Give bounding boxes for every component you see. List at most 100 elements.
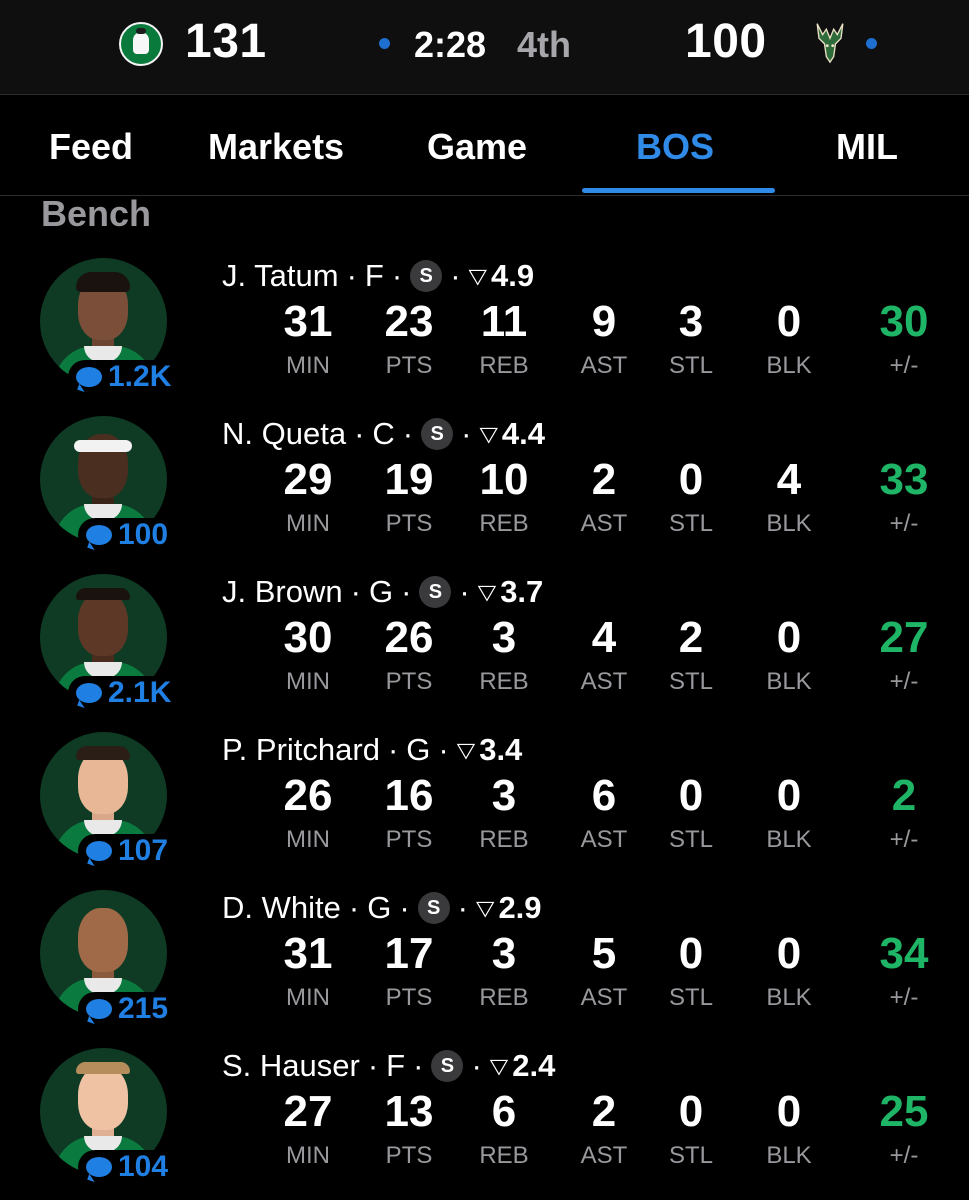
stat-reb: 3 <box>491 771 517 820</box>
stat-label: STL <box>668 984 713 1011</box>
triangle-down-icon: ▽ <box>477 580 497 604</box>
speech-bubble-icon <box>86 1157 112 1177</box>
player-row[interactable]: 1.2K J. Tatum · F · S · ▽ 4.9 31 MIN 23 PTS 1… <box>0 258 969 408</box>
comment-badge[interactable]: 104 <box>78 1150 173 1184</box>
player-info-line: J. Brown · G · S · ▽ 3.7 <box>222 574 544 610</box>
stat-label: +/- <box>889 1142 919 1169</box>
stat-label: STL <box>668 352 713 379</box>
stat-pts: 16 <box>384 771 434 820</box>
player-row[interactable]: 107 P. Pritchard · G · ▽ 3.4 26 MIN 16 PTS 3… <box>0 732 969 882</box>
player-row[interactable]: 104 S. Hauser · F · S · ▽ 2.4 27 MIN 13 PTS 6… <box>0 1048 969 1198</box>
tab-bos[interactable]: BOS <box>636 126 714 168</box>
tab-markets[interactable]: Markets <box>208 126 344 168</box>
stat-label: REB <box>479 826 529 853</box>
comment-badge[interactable]: 100 <box>78 518 173 552</box>
stat-blk: 0 <box>776 771 802 820</box>
stat-ast: 5 <box>591 929 617 978</box>
player-rating: 3.4 <box>479 732 523 767</box>
stat-stl: 2 <box>678 613 704 662</box>
s-circle-icon: S <box>431 1050 464 1082</box>
stat-reb: 6 <box>491 1087 517 1136</box>
stat-label: AST <box>580 826 628 853</box>
stat-plus-minus: 30 <box>879 297 929 346</box>
tab-game[interactable]: Game <box>427 126 527 168</box>
comment-badge[interactable]: 215 <box>78 992 173 1026</box>
player-rating: 2.4 <box>512 1048 556 1083</box>
player-name[interactable]: J. Tatum <box>222 258 339 294</box>
player-position: F <box>386 1048 406 1083</box>
live-indicator-dot <box>379 38 390 49</box>
stat-label: AST <box>580 352 628 379</box>
player-name[interactable]: D. White <box>222 890 341 926</box>
stat-label: STL <box>668 510 713 537</box>
comment-count: 107 <box>118 834 169 867</box>
player-position: C <box>372 416 395 451</box>
stat-label: REB <box>479 510 529 537</box>
stat-label: BLK <box>766 1142 812 1169</box>
comment-count: 1.2K <box>108 360 172 393</box>
player-name[interactable]: N. Queta <box>222 416 346 452</box>
stat-label: AST <box>580 510 628 537</box>
stat-label: STL <box>668 1142 713 1169</box>
player-position: F <box>364 258 384 293</box>
triangle-down-icon: ▽ <box>468 264 487 288</box>
stat-blk: 0 <box>776 297 802 346</box>
stat-reb: 3 <box>491 613 517 662</box>
triangle-down-icon: ▽ <box>475 896 495 920</box>
celtics-logo-icon[interactable] <box>119 22 163 66</box>
stat-ast: 2 <box>591 1087 617 1136</box>
player-row[interactable]: 215 D. White · G · S · ▽ 2.9 31 MIN 17 PTS 3 R… <box>0 890 969 1040</box>
triangle-down-icon: ▽ <box>456 738 476 762</box>
stat-label: REB <box>479 984 529 1011</box>
scoreboard-header: 131 2:28 4th 100 <box>0 0 969 95</box>
stat-ast: 9 <box>591 297 617 346</box>
stat-label: REB <box>479 668 529 695</box>
stat-blk: 4 <box>776 455 802 504</box>
player-name[interactable]: S. Hauser <box>222 1048 360 1084</box>
stat-stl: 0 <box>678 929 704 978</box>
speech-bubble-icon <box>76 683 102 703</box>
s-circle-icon: S <box>417 892 450 924</box>
stat-label: PTS <box>385 352 433 379</box>
away-score: 100 <box>685 15 767 68</box>
player-row[interactable]: 100 N. Queta · C · S · ▽ 4.4 29 MIN 19 PTS 10… <box>0 416 969 566</box>
player-row[interactable]: 2.1K J. Brown · G · S · ▽ 3.7 30 MIN 26 PTS 3… <box>0 574 969 724</box>
bucks-logo-icon[interactable] <box>808 20 852 64</box>
stat-label: MIN <box>286 352 330 379</box>
stat-label: PTS <box>385 826 433 853</box>
tab-bar: Feed Markets Game BOS MIL <box>0 96 969 196</box>
active-tab-indicator <box>582 188 775 193</box>
comment-badge[interactable]: 107 <box>78 834 173 868</box>
speech-bubble-icon <box>86 999 112 1019</box>
stat-label: MIN <box>286 1142 330 1169</box>
stat-pts: 23 <box>384 297 434 346</box>
stat-label: AST <box>580 668 628 695</box>
stat-pts: 26 <box>384 613 434 662</box>
stat-ast: 6 <box>591 771 617 820</box>
player-name[interactable]: J. Brown <box>222 574 343 610</box>
stat-reb: 3 <box>491 929 517 978</box>
stat-pts: 13 <box>384 1087 434 1136</box>
stat-label: +/- <box>889 668 919 695</box>
stat-label: BLK <box>766 352 812 379</box>
comment-badge[interactable]: 2.1K <box>68 676 176 710</box>
speech-bubble-icon <box>86 841 112 861</box>
stat-min: 30 <box>283 613 333 662</box>
player-position: G <box>406 732 431 767</box>
player-rating: 3.7 <box>500 574 544 609</box>
comment-badge[interactable]: 1.2K <box>68 360 176 394</box>
stat-label: REB <box>479 1142 529 1169</box>
comment-count: 104 <box>118 1150 169 1183</box>
stat-reb: 10 <box>479 455 529 504</box>
stat-ast: 4 <box>591 613 617 662</box>
s-circle-icon: S <box>419 576 452 608</box>
tab-feed[interactable]: Feed <box>49 126 133 168</box>
comment-count: 215 <box>118 992 169 1025</box>
stat-stl: 0 <box>678 455 704 504</box>
player-name[interactable]: P. Pritchard <box>222 732 380 768</box>
player-position: G <box>368 574 394 609</box>
tab-mil[interactable]: MIL <box>836 126 898 168</box>
stat-label: MIN <box>286 668 330 695</box>
player-info-line: N. Queta · C · S · ▽ 4.4 <box>222 416 546 452</box>
stat-stl: 0 <box>678 771 704 820</box>
